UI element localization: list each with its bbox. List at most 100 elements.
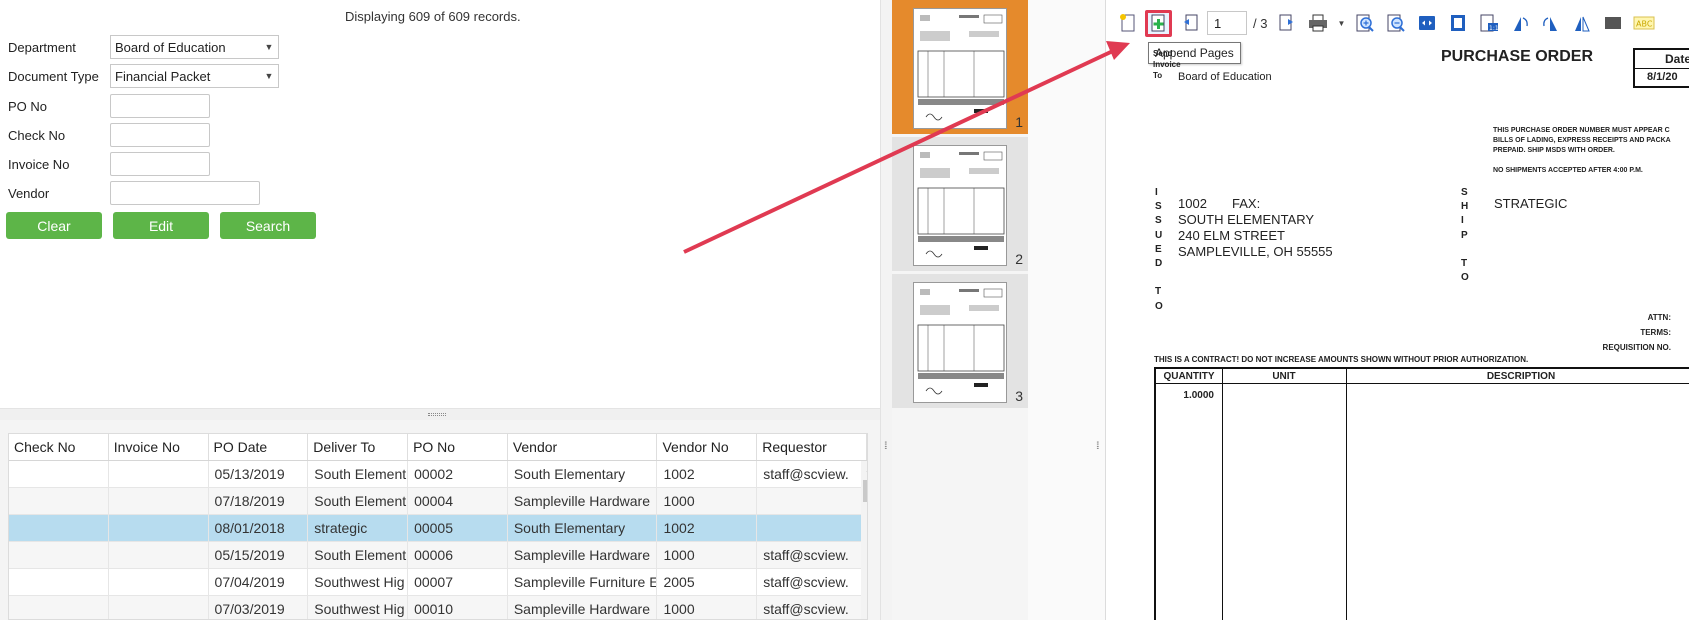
print-icon[interactable]: [1304, 10, 1331, 37]
column-header-po-date[interactable]: PO Date: [209, 434, 309, 460]
fax-label: FAX:: [1232, 196, 1261, 211]
vertical-splitter-left[interactable]: ⁞⁞: [880, 0, 892, 620]
document-type-value: Financial Packet: [115, 68, 211, 84]
ship-to-label: S H I P T O: [1461, 187, 1469, 284]
column-header-vendor[interactable]: Vendor: [508, 434, 658, 460]
new-page-icon[interactable]: [1114, 10, 1141, 37]
contract-notice: THIS IS A CONTRACT! DO NOT INCREASE AMOU…: [1154, 355, 1529, 364]
check-no-input[interactable]: [110, 123, 210, 147]
column-header-vendor-no[interactable]: Vendor No: [657, 434, 758, 460]
redact-icon[interactable]: [1599, 10, 1626, 37]
search-button[interactable]: Search: [220, 212, 316, 239]
send-invoice-label: Send Invoice To: [1153, 48, 1181, 81]
cell-po-no: 00005: [408, 515, 508, 541]
fit-page-icon[interactable]: [1444, 10, 1471, 37]
text-annotation-icon[interactable]: ABC: [1630, 10, 1657, 37]
cell-check-no: [9, 488, 109, 514]
cell-po-date: 05/13/2019: [209, 461, 309, 487]
table-row[interactable]: 05/15/2019 South Element 00006 Sampleville …: [9, 542, 867, 569]
po-no-row: PO No: [8, 94, 210, 118]
invoice-no-row: Invoice No: [8, 152, 210, 176]
column-header-invoice-no[interactable]: Invoice No: [109, 434, 209, 460]
cell-po-date: 08/01/2018: [209, 515, 309, 541]
thumbnail-page-3[interactable]: 3: [892, 274, 1028, 408]
clear-button[interactable]: Clear: [6, 212, 102, 239]
rotate-left-icon[interactable]: [1506, 10, 1533, 37]
unit-header: UNIT: [1222, 369, 1346, 384]
table-row[interactable]: 07/04/2019 Southwest Hig 00007 Sampleville …: [9, 569, 867, 596]
zoom-in-icon[interactable]: [1351, 10, 1378, 37]
page-total: / 3: [1253, 15, 1268, 31]
invoice-no-input[interactable]: [110, 152, 210, 176]
thumbnail-page-2[interactable]: 2: [892, 137, 1028, 271]
flip-icon[interactable]: [1568, 10, 1595, 37]
table-row[interactable]: 07/18/2019 South Element 00004 Sampleville …: [9, 488, 867, 515]
cell-deliver-to: strategic: [308, 515, 409, 541]
ship-to-name: STRATEGIC: [1494, 196, 1568, 211]
column-header-check-no[interactable]: Check No: [9, 434, 109, 460]
column-divider: [1222, 369, 1223, 620]
cell-vendor: Sampleville Furniture E: [508, 569, 658, 595]
po-no-label: PO No: [8, 98, 48, 114]
svg-text:ABC: ABC: [1636, 20, 1653, 29]
edit-button[interactable]: Edit: [113, 212, 209, 239]
cell-deliver-to: Southwest Hig: [308, 596, 409, 619]
cell-vendor-no: 1000: [657, 542, 758, 568]
cell-po-date: 07/18/2019: [209, 488, 309, 514]
chevron-down-icon: ▼: [264, 71, 274, 81]
cell-po-no: 00004: [408, 488, 508, 514]
document-page: Send Invoice To Board of Education PURCH…: [1106, 44, 1689, 620]
column-header-requestor[interactable]: Requestor: [757, 434, 867, 460]
table-row[interactable]: 05/13/2019 South Element 00002 South Elemen…: [9, 461, 867, 488]
send-invoice-text: Send Invoice To: [1153, 49, 1181, 80]
cell-invoice-no: [109, 569, 209, 595]
print-dropdown-icon[interactable]: ▼: [1335, 10, 1347, 37]
cell-check-no: [9, 515, 109, 541]
cell-requestor: staff@scview.: [757, 461, 867, 487]
cell-requestor: staff@scview.: [757, 596, 867, 619]
zoom-out-icon[interactable]: [1382, 10, 1409, 37]
rotate-right-icon[interactable]: [1537, 10, 1564, 37]
date-label: Date: [1635, 50, 1689, 69]
table-row[interactable]: 08/01/2018 strategic 00005 South Elementary…: [9, 515, 867, 542]
department-value: Board of Education: [115, 39, 226, 55]
thumbnail-page-1[interactable]: 1: [892, 0, 1028, 134]
scrollbar-thumb[interactable]: [863, 480, 867, 502]
department-select[interactable]: Board of Education ▼: [110, 35, 279, 59]
po-no-input[interactable]: [110, 94, 210, 118]
table-row[interactable]: 07/03/2019 Southwest Hig 00010 Sampleville …: [9, 596, 867, 619]
cell-po-date: 05/15/2019: [209, 542, 309, 568]
po-line-items-table: QUANTITY UNIT DESCRIPTION 1.0000: [1154, 367, 1689, 620]
column-header-po-no[interactable]: PO No: [408, 434, 508, 460]
cell-requestor: [757, 488, 867, 514]
column-header-deliver-to[interactable]: Deliver To: [308, 434, 409, 460]
cell-po-no: 00002: [408, 461, 508, 487]
previous-page-icon[interactable]: [1176, 10, 1203, 37]
page-number-input[interactable]: 1: [1207, 11, 1247, 35]
po-notice: THIS PURCHASE ORDER NUMBER MUST APPEAR C…: [1493, 127, 1671, 174]
thumbnail-image: [913, 145, 1007, 266]
document-type-select[interactable]: Financial Packet ▼: [110, 64, 279, 88]
append-pages-icon[interactable]: [1145, 9, 1172, 37]
thumbnail-image: [913, 8, 1007, 129]
fit-width-icon[interactable]: [1413, 10, 1440, 37]
vendor-input[interactable]: [110, 181, 260, 205]
cell-deliver-to: South Element: [308, 488, 409, 514]
thumbnail-image: [913, 282, 1007, 403]
vertical-splitter-right[interactable]: ⁞⁞: [1028, 0, 1106, 620]
actual-size-icon[interactable]: 1:1: [1475, 10, 1502, 37]
results-grid: Check No Invoice No PO Date Deliver To P…: [0, 420, 880, 620]
horizontal-splitter[interactable]: [0, 408, 880, 420]
cell-vendor-no: 2005: [657, 569, 758, 595]
description-header: DESCRIPTION: [1346, 369, 1689, 384]
cell-po-no: 00010: [408, 596, 508, 619]
thumbnail-panel: 1 2 3: [892, 0, 1028, 620]
cell-check-no: [9, 542, 109, 568]
grid-scrollbar[interactable]: ▲: [861, 461, 867, 619]
cell-requestor: [757, 515, 867, 541]
scroll-up-icon[interactable]: ▲: [865, 465, 867, 474]
cell-invoice-no: [109, 542, 209, 568]
quantity-value: 1.0000: [1183, 390, 1214, 401]
check-no-row: Check No: [8, 123, 210, 147]
next-page-icon[interactable]: [1273, 10, 1300, 37]
